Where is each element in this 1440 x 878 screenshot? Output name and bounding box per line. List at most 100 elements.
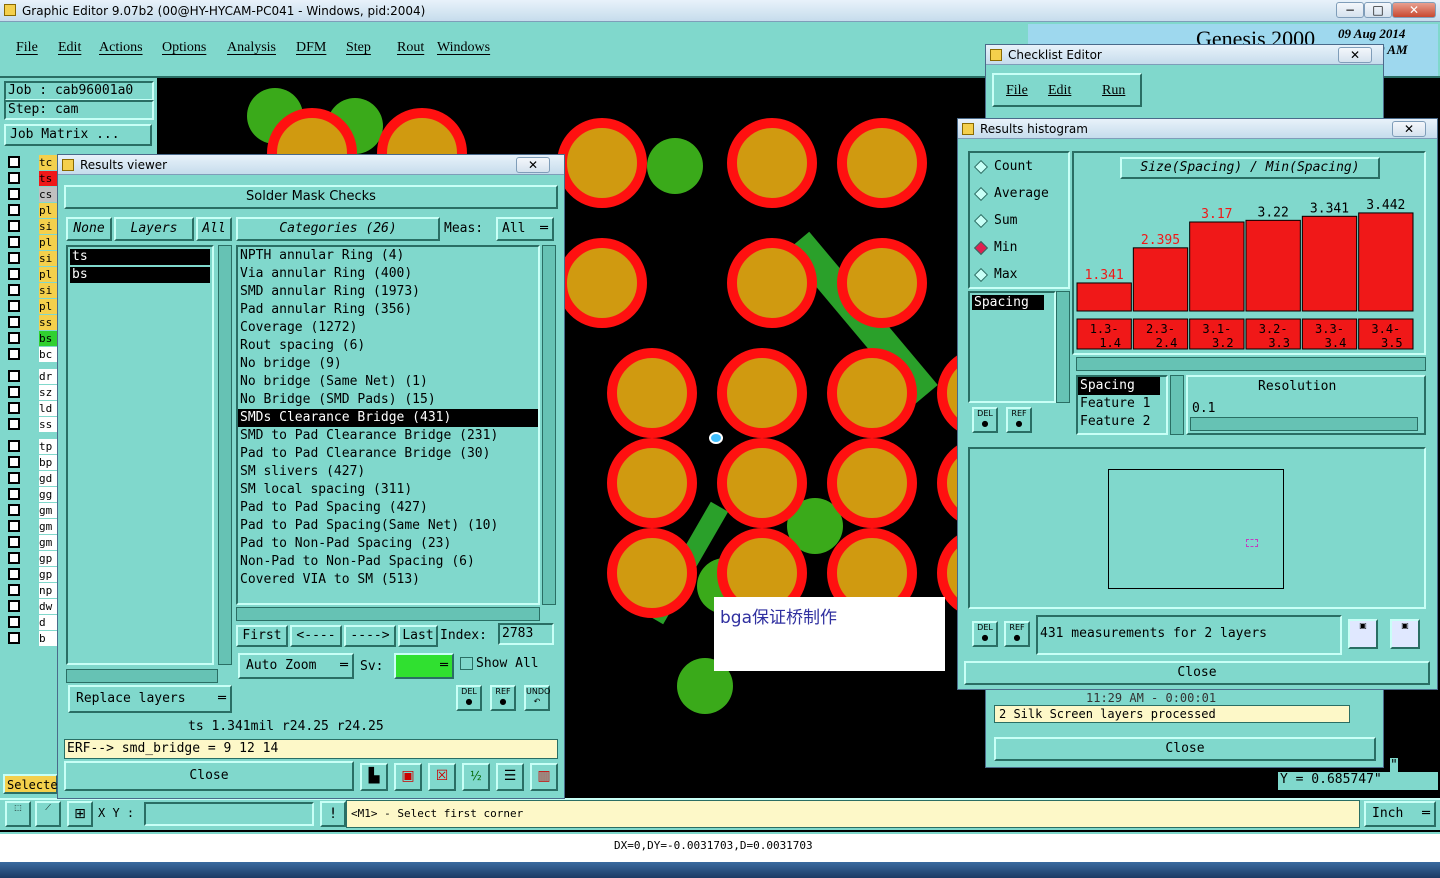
- metric-list-scrollbar[interactable]: [1056, 291, 1070, 403]
- hist-del-icon[interactable]: DEL ●: [972, 407, 998, 433]
- layer-checkbox[interactable]: [8, 172, 20, 184]
- layer-checkbox[interactable]: [8, 204, 20, 216]
- layer-checkbox[interactable]: [8, 536, 20, 548]
- toolbar-icon-3[interactable]: ☒: [428, 763, 456, 791]
- layer-row[interactable]: pl: [5, 203, 57, 218]
- layer-row[interactable]: cs: [5, 187, 57, 202]
- layer-checkbox[interactable]: [8, 504, 20, 516]
- categories-list[interactable]: NPTH annular Ring (4) Via annular Ring (4…: [236, 245, 540, 605]
- layer-checkbox[interactable]: [8, 520, 20, 532]
- layer-checkbox[interactable]: [8, 386, 20, 398]
- checklist-menu-file[interactable]: File: [1006, 83, 1028, 99]
- layer-row[interactable]: si: [5, 283, 57, 298]
- xy-input[interactable]: [144, 802, 314, 826]
- layers-scrollbar[interactable]: [218, 245, 232, 665]
- minimize-button[interactable]: −: [1336, 2, 1364, 18]
- layer-checkbox[interactable]: [8, 188, 20, 200]
- layer-checkbox[interactable]: [8, 300, 20, 312]
- menu-item-dfm[interactable]: DFM: [296, 40, 326, 56]
- measure-icon[interactable]: ⟋: [35, 801, 61, 827]
- layer-checkbox[interactable]: [8, 584, 20, 596]
- layer-row[interactable]: tp: [5, 439, 57, 454]
- viewer-layer-item[interactable]: bs: [70, 267, 210, 283]
- category-item[interactable]: Pad to Pad Spacing(Same Net) (10): [238, 517, 538, 535]
- histogram-bar[interactable]: [1189, 221, 1245, 312]
- layer-row[interactable]: gp: [5, 551, 57, 566]
- layer-checkbox[interactable]: [8, 332, 20, 344]
- layers-hscrollbar[interactable]: [66, 669, 218, 683]
- resolution-slider[interactable]: [1190, 417, 1418, 431]
- layer-row[interactable]: ss: [5, 315, 57, 330]
- alert-icon[interactable]: !: [320, 801, 346, 827]
- category-item[interactable]: Coverage (1272): [238, 319, 538, 337]
- layer-checkbox[interactable]: [8, 156, 20, 168]
- maximize-button[interactable]: □: [1364, 2, 1392, 18]
- categories-button[interactable]: Categories (26): [236, 217, 440, 241]
- unit-select[interactable]: Inch ═: [1364, 801, 1436, 827]
- feature-list-scrollbar[interactable]: [1170, 375, 1184, 435]
- category-item[interactable]: Non-Pad to Non-Pad Spacing (6): [238, 553, 538, 571]
- layer-checkbox[interactable]: [8, 284, 20, 296]
- zoom-in-icon[interactable]: ▣: [1348, 619, 1378, 649]
- layer-row[interactable]: si: [5, 251, 57, 266]
- layer-checkbox[interactable]: [8, 370, 20, 382]
- layer-checkbox[interactable]: [8, 568, 20, 580]
- layer-row[interactable]: gp: [5, 567, 57, 582]
- layer-checkbox[interactable]: [8, 402, 20, 414]
- mode-radio-sum[interactable]: Sum: [970, 207, 1068, 234]
- layer-row[interactable]: gm: [5, 519, 57, 534]
- layer-row[interactable]: dr: [5, 369, 57, 384]
- hist-ref-icon[interactable]: REF ●: [1006, 407, 1032, 433]
- mode-radio-min[interactable]: Min: [970, 234, 1068, 261]
- category-item[interactable]: SM local spacing (311): [238, 481, 538, 499]
- toolbar-icon-5[interactable]: ☰: [496, 763, 524, 791]
- ref-icon[interactable]: REF ●: [490, 685, 516, 711]
- layer-row[interactable]: bs: [5, 331, 57, 346]
- layer-checkbox[interactable]: [8, 600, 20, 612]
- undo-icon[interactable]: UNDO ↶: [524, 685, 550, 711]
- mode-radio-average[interactable]: Average: [970, 180, 1068, 207]
- toolbar-icon-4[interactable]: ½: [462, 763, 490, 791]
- layer-row[interactable]: gd: [5, 471, 57, 486]
- category-item[interactable]: Rout spacing (6): [238, 337, 538, 355]
- layer-row[interactable]: pl: [5, 299, 57, 314]
- layer-checkbox[interactable]: [8, 456, 20, 468]
- replace-layers-select[interactable]: Replace layers ═: [68, 685, 232, 713]
- category-item[interactable]: No Bridge (SMD Pads) (15): [238, 391, 538, 409]
- category-item[interactable]: Covered VIA to SM (513): [238, 571, 538, 589]
- layer-row[interactable]: ss: [5, 417, 57, 432]
- layer-row[interactable]: ld: [5, 401, 57, 416]
- layers-button[interactable]: Layers: [114, 217, 194, 241]
- layer-row[interactable]: si: [5, 219, 57, 234]
- layer-row[interactable]: dw: [5, 599, 57, 614]
- pointer-icon[interactable]: ⬚: [5, 801, 31, 827]
- layer-checkbox[interactable]: [8, 220, 20, 232]
- histogram-bar[interactable]: [1132, 247, 1189, 312]
- layer-row[interactable]: b: [5, 631, 57, 646]
- selecte-button[interactable]: Selecte: [3, 774, 58, 794]
- menu-item-actions[interactable]: Actions: [99, 40, 143, 56]
- checklist-menu-run[interactable]: Run: [1102, 83, 1125, 99]
- layer-checkbox[interactable]: [8, 632, 20, 644]
- layer-checkbox[interactable]: [8, 616, 20, 628]
- category-item[interactable]: Pad annular Ring (356): [238, 301, 538, 319]
- preview-ref-icon[interactable]: REF ●: [1004, 621, 1030, 647]
- last-button[interactable]: Last: [398, 625, 438, 647]
- layer-checkbox[interactable]: [8, 236, 20, 248]
- category-item[interactable]: No bridge (Same Net) (1): [238, 373, 538, 391]
- layer-row[interactable]: tc: [5, 155, 57, 170]
- layer-row[interactable]: gm: [5, 503, 57, 518]
- histogram-bar[interactable]: [1358, 212, 1414, 312]
- del-icon[interactable]: DEL ●: [456, 685, 482, 711]
- toolbar-icon-6[interactable]: ▥: [530, 763, 558, 791]
- categories-scrollbar[interactable]: [542, 245, 556, 605]
- histogram-close-button[interactable]: Close: [964, 661, 1430, 685]
- menu-item-windows[interactable]: Windows: [437, 40, 490, 56]
- menu-item-rout[interactable]: Rout: [397, 40, 424, 56]
- histogram-bar[interactable]: [1301, 215, 1358, 312]
- menu-item-step[interactable]: Step: [346, 40, 371, 56]
- grid-icon[interactable]: ⊞: [67, 801, 93, 827]
- category-item[interactable]: NPTH annular Ring (4): [238, 247, 538, 265]
- layer-row[interactable]: bp: [5, 455, 57, 470]
- viewer-close-button[interactable]: Close: [64, 761, 354, 791]
